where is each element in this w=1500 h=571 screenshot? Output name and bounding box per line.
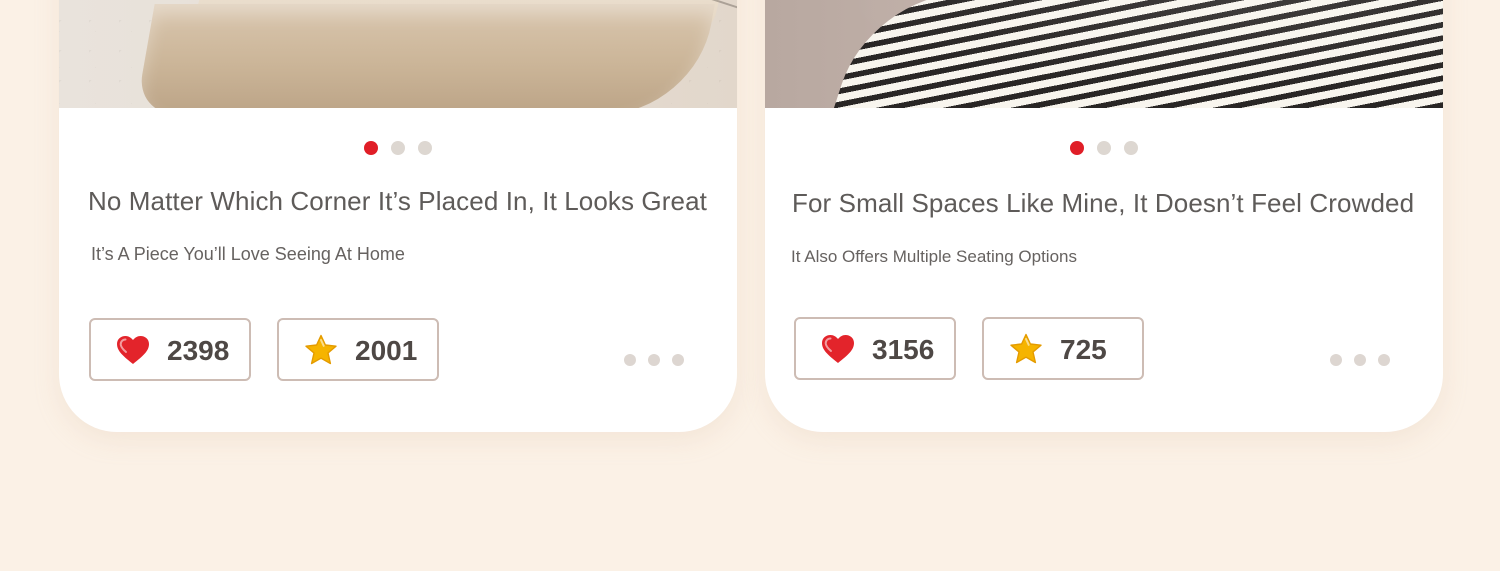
favorite-count: 725 <box>1060 333 1107 365</box>
carousel-dot[interactable] <box>1097 141 1111 155</box>
star-icon <box>1010 333 1042 363</box>
card-image-right[interactable] <box>765 0 1443 108</box>
heart-icon <box>822 334 854 363</box>
like-button[interactable]: 3156 <box>794 317 956 380</box>
carousel-dot[interactable] <box>1124 141 1138 155</box>
more-dot <box>648 354 660 366</box>
card-title: No Matter Which Corner It’s Placed In, I… <box>88 186 707 216</box>
more-options-button[interactable] <box>1330 354 1390 366</box>
more-dot <box>1354 354 1366 366</box>
favorite-count: 2001 <box>355 334 418 366</box>
heart-icon <box>117 335 149 364</box>
card-actions: 2398 2001 <box>89 318 439 381</box>
content-card-left[interactable]: No Matter Which Corner It’s Placed In, I… <box>59 0 737 432</box>
like-count: 2398 <box>167 334 230 366</box>
card-actions: 3156 725 <box>794 317 1144 380</box>
image-stripes <box>819 0 1443 108</box>
image-object <box>135 4 715 108</box>
more-dot <box>1378 354 1390 366</box>
card-image-left[interactable] <box>59 0 737 108</box>
carousel-dot[interactable] <box>418 141 432 155</box>
card-title: For Small Spaces Like Mine, It Doesn’t F… <box>792 188 1415 218</box>
star-icon <box>305 334 337 364</box>
more-dot <box>1330 354 1342 366</box>
more-options-button[interactable] <box>624 354 684 366</box>
card-subtitle: It’s A Piece You’ll Love Seeing At Home <box>91 244 405 264</box>
image-carousel-indicator[interactable] <box>1070 141 1138 155</box>
favorite-button[interactable]: 2001 <box>277 318 439 381</box>
more-dot <box>624 354 636 366</box>
carousel-dot-active[interactable] <box>1070 141 1084 155</box>
favorite-button[interactable]: 725 <box>982 317 1144 380</box>
carousel-dot-active[interactable] <box>364 141 378 155</box>
carousel-dot[interactable] <box>391 141 405 155</box>
like-button[interactable]: 2398 <box>89 318 251 381</box>
more-dot <box>672 354 684 366</box>
like-count: 3156 <box>872 333 935 365</box>
card-subtitle: It Also Offers Multiple Seating Options <box>791 247 1077 266</box>
image-carousel-indicator[interactable] <box>364 141 432 155</box>
content-card-right[interactable]: For Small Spaces Like Mine, It Doesn’t F… <box>765 0 1443 432</box>
